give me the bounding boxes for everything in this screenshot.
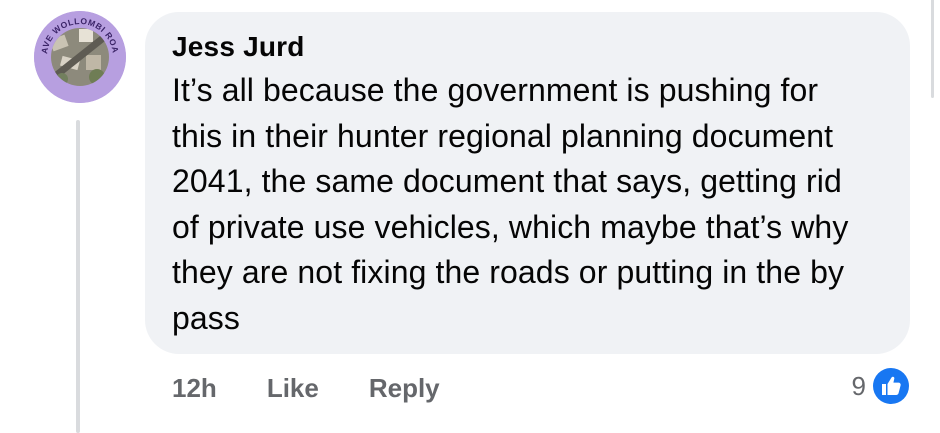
reaction-summary[interactable]: 9	[852, 365, 912, 407]
reply-button[interactable]: Reply	[369, 368, 440, 408]
thumbs-up-icon	[870, 365, 912, 407]
comment-actions: 12h Like Reply	[172, 368, 440, 408]
avatar-image: SAVE WOLLOMBI ROAD	[34, 11, 126, 103]
reaction-count: 9	[851, 371, 866, 401]
comment-timestamp[interactable]: 12h	[172, 368, 217, 408]
scrollbar-edge	[931, 0, 934, 98]
comment-author[interactable]: Jess Jurd	[172, 29, 886, 65]
comment-thread: SAVE WOLLOMBI ROAD Jess Jurd It’s all be…	[0, 0, 940, 433]
thread-line	[76, 120, 80, 433]
comment-bubble: Jess Jurd It’s all because the governmen…	[145, 12, 910, 354]
like-button[interactable]: Like	[267, 368, 319, 408]
avatar[interactable]: SAVE WOLLOMBI ROAD	[34, 11, 126, 103]
comment-text: It’s all because the government is pushi…	[172, 72, 849, 336]
